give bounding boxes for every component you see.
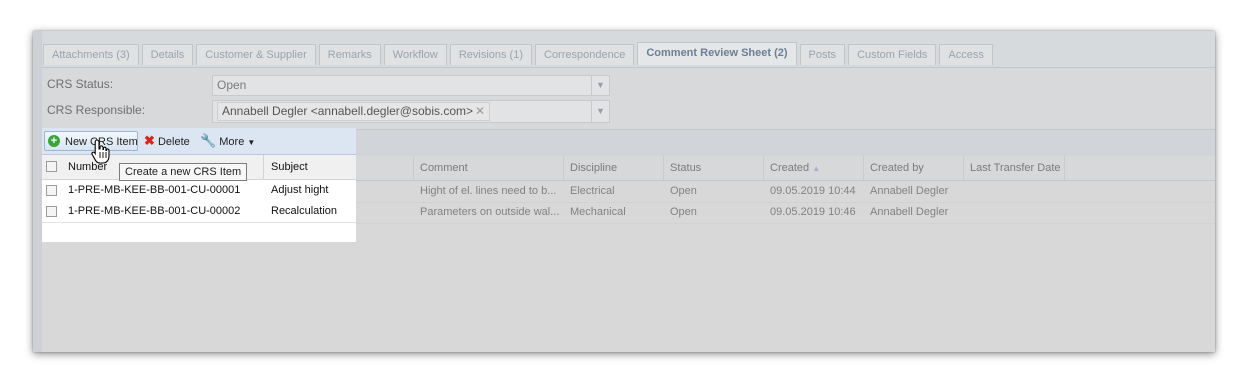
col-last-transfer-date[interactable]: Last Transfer Date	[964, 156, 1065, 180]
cell-discipline: Mechanical	[570, 206, 626, 218]
col-subject-highlight[interactable]: Subject	[271, 157, 308, 178]
tab-comment-review-sheet[interactable]: Comment Review Sheet (2)	[637, 42, 797, 65]
table-row[interactable]: 1-PRE-MB-KEE-BB-001-CU-00002 Recalculati…	[42, 201, 356, 223]
crs-status-label: CRS Status:	[47, 77, 114, 91]
wrench-icon: 🔧	[200, 133, 217, 148]
remove-icon[interactable]: ✕	[475, 104, 485, 118]
col-created-by[interactable]: Created by	[864, 156, 964, 180]
tab-revisions[interactable]: Revisions (1)	[449, 44, 532, 65]
cell-status: Open	[670, 206, 697, 218]
col-discipline[interactable]: Discipline	[564, 156, 664, 180]
left-border-strip	[33, 31, 42, 352]
add-icon: +	[48, 135, 60, 147]
column-divider	[263, 155, 264, 179]
col-created[interactable]: Created ▲	[764, 156, 864, 180]
delete-button[interactable]: ✖ Delete	[144, 131, 190, 151]
col-status[interactable]: Status	[664, 156, 764, 180]
new-item-tooltip: Create a new CRS Item	[119, 163, 248, 181]
tab-access[interactable]: Access	[939, 44, 993, 65]
crs-responsible-label: CRS Responsible:	[47, 103, 146, 117]
cell-comment: Parameters on outside wal...	[420, 206, 560, 218]
tab-posts[interactable]: Posts	[799, 44, 846, 65]
cell-subject: Adjust hight	[271, 184, 329, 196]
chevron-down-icon[interactable]: ▼	[591, 76, 609, 95]
cell-last-transfer	[964, 181, 1065, 202]
tab-details[interactable]: Details	[141, 44, 194, 65]
tab-customer-supplier[interactable]: Customer & Supplier	[196, 44, 316, 65]
cell-created: 09.05.2019 10:44	[770, 185, 856, 197]
cell-number: 1-PRE-MB-KEE-BB-001-CU-00001	[68, 184, 241, 196]
row-checkbox[interactable]	[46, 206, 57, 217]
crs-responsible-select[interactable]: Annabell Degler <annabell.degler@sobis.c…	[212, 100, 610, 123]
crs-status-value: Open	[217, 78, 247, 92]
cell-comment: Hight of el. lines need to b...	[420, 185, 557, 197]
row-checkbox[interactable]	[46, 185, 57, 196]
select-all-checkbox[interactable]	[46, 161, 57, 172]
cell-status: Open	[670, 185, 697, 197]
col-created-label: Created	[770, 162, 810, 174]
cell-last-transfer	[964, 202, 1065, 223]
cell-subject: Recalculation	[271, 205, 338, 217]
sort-ascending-icon: ▲	[812, 164, 821, 173]
table-row[interactable]: 1-PRE-MB-KEE-BB-001-CU-00001 Adjust high…	[42, 180, 356, 202]
tab-custom-fields[interactable]: Custom Fields	[848, 44, 937, 65]
tab-attachments[interactable]: Attachments (3)	[43, 44, 139, 65]
cell-created: 09.05.2019 10:46	[770, 206, 856, 218]
cell-number: 1-PRE-MB-KEE-BB-001-CU-00002	[68, 205, 241, 217]
cell-discipline: Electrical	[570, 185, 615, 197]
tab-workflow[interactable]: Workflow	[383, 44, 447, 65]
delete-x-icon: ✖	[144, 133, 155, 148]
tab-correspondence[interactable]: Correspondence	[535, 44, 635, 65]
delete-label: Delete	[157, 136, 190, 148]
responsible-chip-label: Annabell Degler <annabell.degler@sobis.c…	[222, 104, 474, 118]
tab-remarks[interactable]: Remarks	[318, 44, 381, 65]
crs-status-select[interactable]: Open ▼	[212, 75, 610, 96]
tab-strip: Attachments (3) Details Customer & Suppl…	[42, 31, 1215, 68]
chevron-down-icon[interactable]: ▼	[591, 101, 609, 122]
more-label: More	[219, 136, 245, 148]
cell-created-by: Annabell Degler	[870, 185, 949, 197]
hand-cursor-icon	[91, 139, 110, 164]
responsible-chip: Annabell Degler <annabell.degler@sobis.c…	[217, 102, 491, 121]
more-button[interactable]: 🔧 More ▼	[200, 131, 255, 151]
col-comment[interactable]: Comment	[414, 156, 564, 180]
caret-down-icon: ▼	[247, 138, 256, 147]
cell-created-by: Annabell Degler	[870, 206, 949, 218]
crs-form: CRS Status: Open ▼ CRS Responsible: Anna…	[42, 68, 1215, 128]
